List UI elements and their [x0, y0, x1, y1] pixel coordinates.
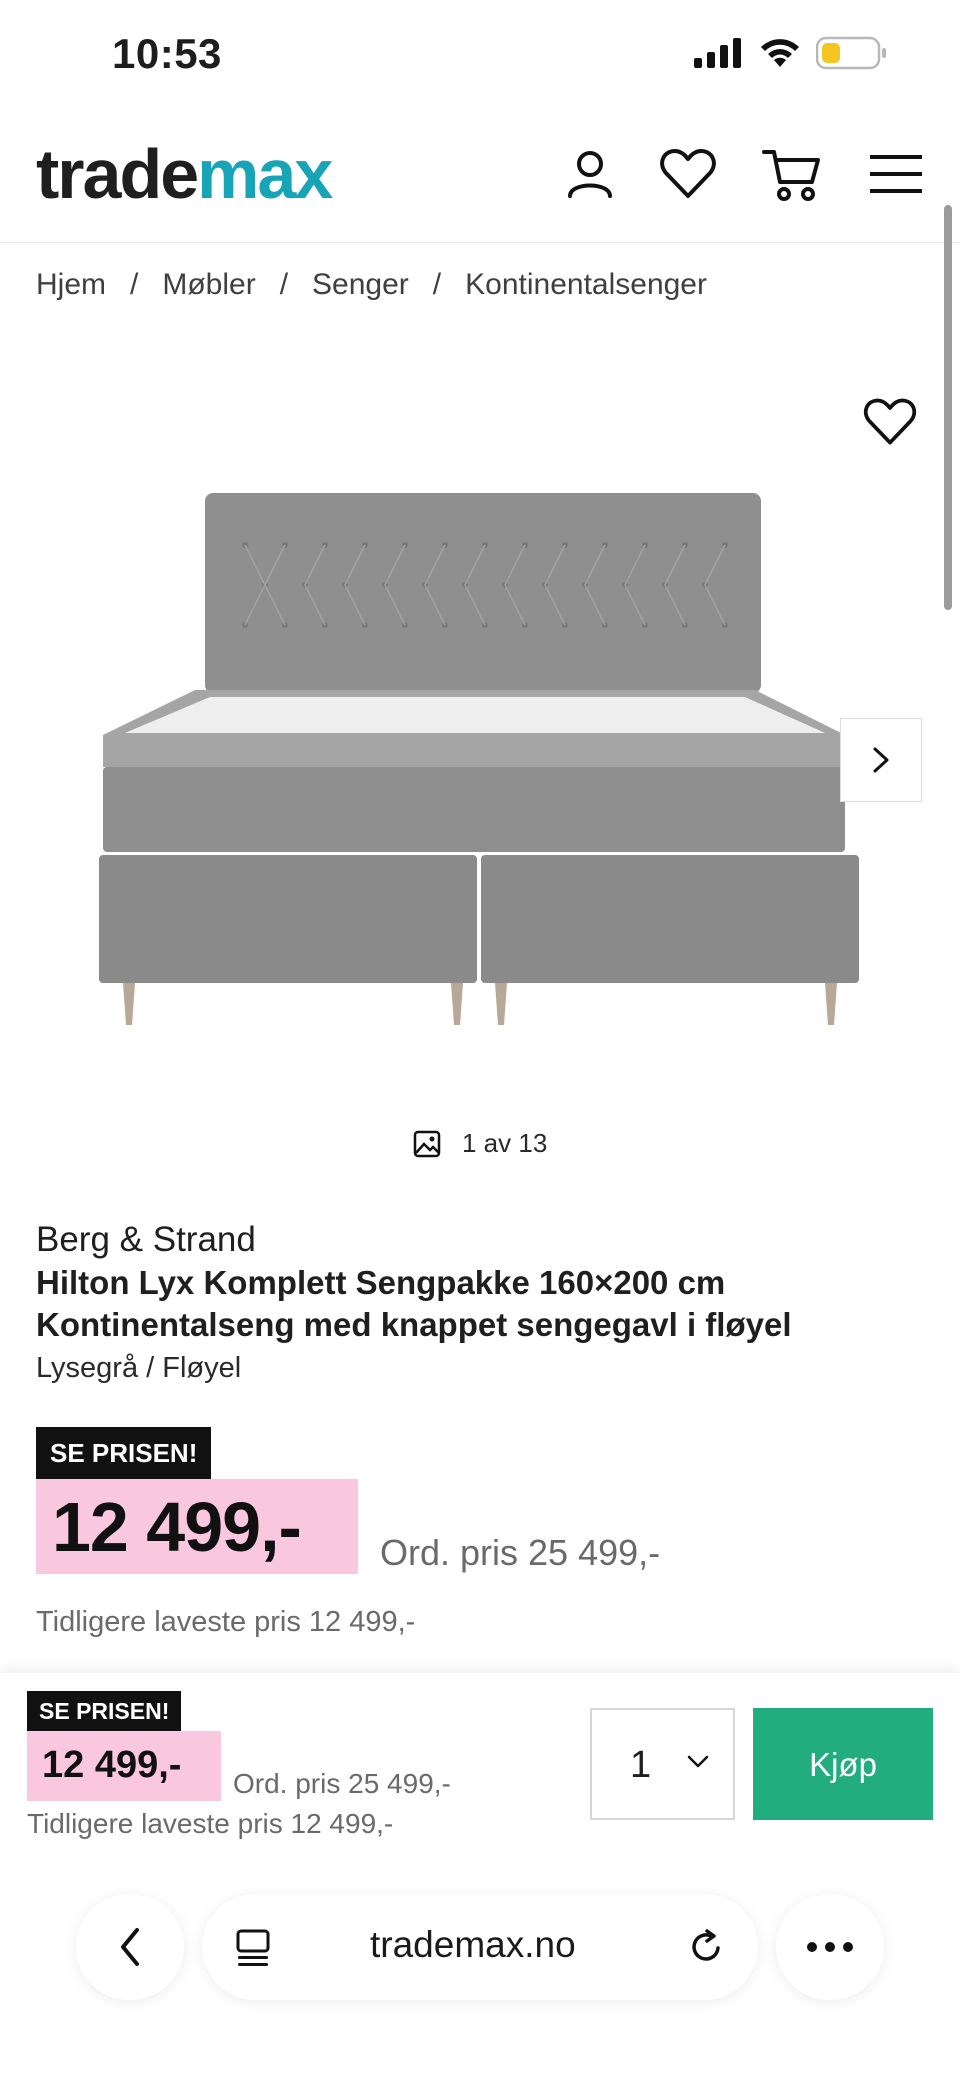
- signal-icon: [694, 38, 741, 68]
- status-time: 10:53: [112, 30, 222, 77]
- breadcrumb: Hjem / Møbler / Senger / Kontinentalseng…: [36, 268, 707, 302]
- browser-more-button[interactable]: [776, 1894, 884, 2000]
- breadcrumb-separator: /: [279, 268, 289, 301]
- breadcrumb-mobler[interactable]: Møbler: [162, 268, 255, 302]
- product-price: 12 499,-: [52, 1488, 302, 1566]
- price-box: 12 499,-: [36, 1479, 358, 1574]
- breadcrumb-kontinentalsenger[interactable]: Kontinentalsenger: [465, 268, 707, 302]
- menu-icon[interactable]: [864, 142, 928, 206]
- trademax-logo[interactable]: trademax: [36, 135, 333, 213]
- image-counter-text: 1 av 13: [462, 1128, 548, 1158]
- address-bar[interactable]: trademax.no: [202, 1894, 758, 2000]
- chevron-right-icon: [873, 747, 889, 773]
- wishlist-heart-icon[interactable]: [656, 142, 720, 206]
- product-brand[interactable]: Berg & Strand: [36, 1220, 256, 1260]
- breadcrumb-separator: /: [432, 268, 442, 301]
- sticky-price-badge: SE PRISEN!: [27, 1691, 182, 1731]
- tabs-overview-icon[interactable]: [234, 1928, 272, 1968]
- gallery-next-button[interactable]: [840, 718, 922, 802]
- breadcrumb-senger[interactable]: Senger: [312, 268, 409, 302]
- lowest-price-note: Tidligere laveste pris 12 499,-: [36, 1606, 416, 1638]
- more-dots-icon: [807, 1942, 853, 1952]
- image-counter[interactable]: 1 av 13: [412, 1128, 547, 1159]
- product-image-bed[interactable]: [95, 485, 865, 1030]
- price-badge: SE PRISEN!: [36, 1427, 212, 1479]
- reload-icon[interactable]: [686, 1926, 728, 1968]
- chevron-down-icon: [687, 1755, 709, 1768]
- wifi-icon: [761, 39, 799, 67]
- battery-icon: [816, 36, 886, 70]
- quantity-select[interactable]: 1: [590, 1708, 735, 1820]
- page-scrollbar[interactable]: [944, 205, 952, 610]
- logo-text-max: max: [197, 135, 333, 213]
- account-icon[interactable]: [558, 142, 622, 206]
- status-icons: [694, 36, 888, 70]
- chevron-left-icon: [121, 1928, 139, 1966]
- buy-button[interactable]: Kjøp: [753, 1708, 933, 1820]
- browser-back-button[interactable]: [76, 1894, 184, 2000]
- ordinary-price: Ord. pris 25 499,-: [380, 1532, 661, 1573]
- quantity-value: 1: [630, 1744, 652, 1786]
- url-text: trademax.no: [370, 1924, 576, 1965]
- breadcrumb-hjem[interactable]: Hjem: [36, 268, 106, 302]
- favorite-heart-icon[interactable]: [860, 392, 920, 452]
- sticky-price-box: 12 499,-: [27, 1731, 221, 1801]
- sticky-lowest-price-note: Tidligere laveste pris 12 499,-: [27, 1808, 394, 1839]
- sticky-ordinary-price: Ord. pris 25 499,-: [233, 1768, 451, 1799]
- sticky-price: 12 499,-: [42, 1744, 182, 1786]
- image-icon: [413, 1130, 441, 1157]
- breadcrumb-separator: /: [130, 268, 139, 301]
- logo-text-trade: trade: [36, 135, 199, 213]
- product-title: Hilton Lyx Komplett Sengpakke 160×200 cm…: [36, 1264, 792, 1343]
- cart-icon[interactable]: [760, 142, 824, 206]
- product-variant: Lysegrå / Fløyel: [36, 1352, 242, 1384]
